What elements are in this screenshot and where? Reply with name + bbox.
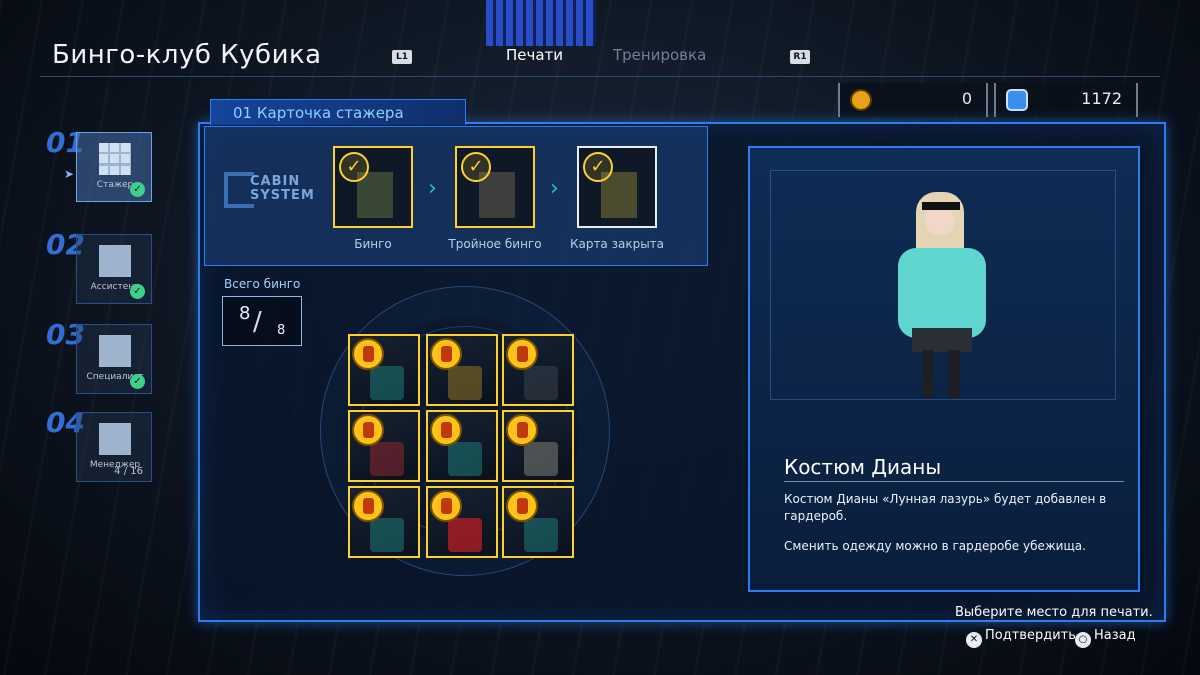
sidebar-card: Менеджер 4 / 16 (76, 412, 152, 482)
selection-arrow-icon: ➤ (64, 167, 75, 181)
reward-label: Тройное бинго (448, 237, 542, 251)
grid-icon (99, 245, 131, 277)
r1-button-icon[interactable]: R1 (790, 50, 810, 64)
l1-button-icon[interactable]: L1 (392, 50, 412, 64)
stamp-icon (430, 338, 462, 370)
sidebar-item-manager[interactable]: 04 Менеджер 4 / 16 (46, 406, 152, 484)
sidebar-item-assistant[interactable]: 02 Ассистент ✓ (46, 228, 152, 306)
cabin-system-logo: CABIN SYSTEM (224, 168, 320, 212)
check-icon: ✓ (339, 152, 369, 182)
sidebar-card: Стажер ✓ (76, 132, 152, 202)
character-preview (888, 188, 998, 408)
bingo-cell[interactable] (348, 486, 420, 558)
bingo-cell[interactable] (502, 334, 574, 406)
bingo-cell[interactable] (426, 410, 498, 482)
chevron-right-icon: › (428, 176, 437, 201)
chevron-right-icon: › (550, 176, 559, 201)
reward-note: Сменить одежду можно в гардеробе убежища… (784, 539, 1086, 553)
total-bingo-label: Всего бинго (224, 277, 301, 291)
reward-triple-bingo[interactable]: ✓ (455, 146, 535, 228)
stamp-prompt: Выберите место для печати. (955, 605, 1153, 620)
header-divider (40, 76, 1160, 77)
bingo-cell[interactable] (426, 334, 498, 406)
total-bingo-slash: / (253, 307, 262, 337)
bingo-cell[interactable] (348, 410, 420, 482)
currency-medals: 0 (838, 83, 988, 117)
page-title: Бинго-клуб Кубика (52, 40, 322, 70)
total-bingo-current: 8 (239, 303, 251, 324)
stamp-icon (506, 490, 538, 522)
bingo-cell[interactable] (502, 410, 574, 482)
reward-title: Костюм Дианы (784, 455, 942, 479)
currency-tokens: 1172 (994, 83, 1138, 117)
grid-icon (99, 143, 131, 175)
check-icon: ✓ (130, 182, 145, 197)
grid-icon (99, 335, 131, 367)
tab-indicator-bars (486, 0, 596, 46)
reward-bingo[interactable]: ✓ (333, 146, 413, 228)
reward-description: Костюм Дианы «Лунная лазурь» будет добав… (784, 492, 1107, 523)
sidebar-card: Ассистент ✓ (76, 234, 152, 304)
total-bingo-max: 8 (277, 323, 286, 338)
tab-training[interactable]: Тренировка (613, 46, 706, 64)
sidebar-item-specialist[interactable]: 03 Специалист ✓ (46, 318, 152, 396)
total-bingo-counter: 8 / 8 (222, 296, 302, 346)
stamp-icon (352, 338, 384, 370)
currency-tokens-value: 1172 (1081, 89, 1122, 108)
check-icon: ✓ (130, 374, 145, 389)
cell-art (370, 366, 404, 400)
bingo-cell[interactable] (426, 486, 498, 558)
cell-art (448, 518, 482, 552)
circle-button-icon: ○ (1075, 632, 1091, 648)
stamp-icon (352, 490, 384, 522)
confirm-button[interactable]: ✕ Подтвердить (966, 628, 1076, 648)
cell-art (524, 442, 558, 476)
currency-medals-value: 0 (961, 89, 972, 108)
blue-token-icon (1006, 89, 1028, 111)
tab-stamps[interactable]: Печати (506, 46, 563, 64)
stamp-icon (352, 414, 384, 446)
sidebar-card: Специалист ✓ (76, 324, 152, 394)
sidebar-item-progress: 4 / 16 (114, 466, 143, 477)
cell-art (448, 442, 482, 476)
stamp-icon (506, 414, 538, 446)
card-title: 01 Карточка стажера (233, 104, 404, 122)
cell-art (524, 518, 558, 552)
check-icon: ✓ (130, 284, 145, 299)
stamp-icon (430, 414, 462, 446)
medal-coin-icon (850, 89, 872, 111)
reward-full-card[interactable]: ✓ (577, 146, 657, 228)
cell-art (448, 366, 482, 400)
cell-art (370, 442, 404, 476)
card-tab: 01 Карточка стажера (210, 99, 466, 125)
stamp-icon (506, 338, 538, 370)
cabin-logo-text: CABIN SYSTEM (250, 174, 315, 203)
check-icon: ✓ (461, 152, 491, 182)
sidebar-item-trainee[interactable]: 01 ➤ Стажер ✓ (46, 126, 152, 204)
cell-art (370, 518, 404, 552)
stamp-icon (430, 490, 462, 522)
reward-label: Бинго (354, 237, 392, 251)
cell-art (524, 366, 558, 400)
bingo-cell[interactable] (348, 334, 420, 406)
cross-button-icon: ✕ (966, 632, 982, 648)
back-button[interactable]: ○ Назад (1075, 628, 1136, 648)
confirm-label: Подтвердить (985, 628, 1076, 643)
reward-label: Карта закрыта (569, 237, 665, 251)
back-label: Назад (1094, 628, 1136, 643)
grid-icon (99, 423, 131, 455)
check-icon: ✓ (583, 152, 613, 182)
detail-divider (784, 481, 1124, 482)
bingo-cell[interactable] (502, 486, 574, 558)
